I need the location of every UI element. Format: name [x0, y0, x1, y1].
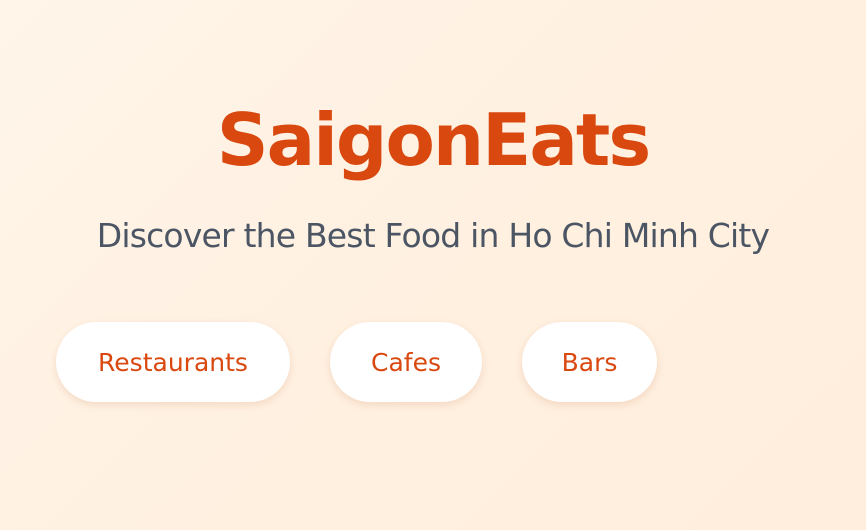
category-button-cafes[interactable]: Cafes [330, 322, 482, 402]
tagline: Discover the Best Food in Ho Chi Minh Ci… [96, 216, 770, 255]
app-title: SaigonEats [216, 98, 651, 182]
category-button-bars[interactable]: Bars [522, 322, 657, 402]
hero-section: SaigonEats Discover the Best Food in Ho … [0, 0, 866, 530]
category-button-restaurants[interactable]: Restaurants [56, 322, 290, 402]
